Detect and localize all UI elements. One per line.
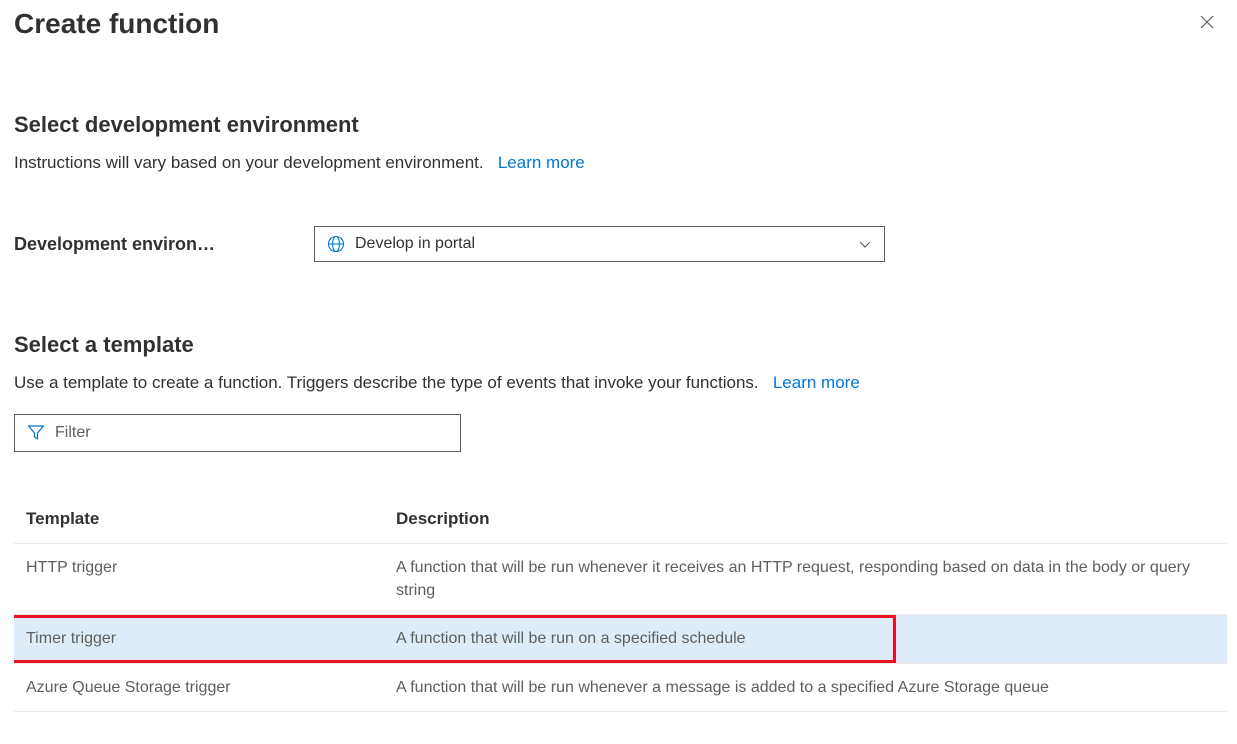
template-learn-more-link[interactable]: Learn more [773,373,860,392]
template-name-cell: Timer trigger [14,615,384,663]
env-section-desc: Instructions will vary based on your dev… [14,152,1223,174]
template-name-cell: Azure Queue Storage trigger [14,663,384,711]
chevron-down-icon [858,237,872,251]
template-desc-cell: A function that will be run whenever it … [384,544,1227,615]
template-name-cell: HTTP trigger [14,544,384,615]
template-desc-cell: A function that will be run whenever a m… [384,663,1227,711]
template-desc-cell: A function that will be run on a specifi… [384,615,1227,663]
env-desc-text: Instructions will vary based on your dev… [14,153,484,172]
template-table: Template Description HTTP triggerA funct… [14,495,1227,712]
template-table-container[interactable]: Template Description HTTP triggerA funct… [14,495,1227,744]
col-template[interactable]: Template [14,495,384,544]
page-title: Create function [14,8,219,40]
template-section-desc: Use a template to create a function. Tri… [14,372,1223,394]
globe-icon [327,235,345,253]
template-section-title: Select a template [14,332,1223,358]
table-row[interactable]: Azure Queue Storage triggerA function th… [14,663,1227,711]
template-desc-text: Use a template to create a function. Tri… [14,373,759,392]
col-description[interactable]: Description [384,495,1227,544]
table-row[interactable]: HTTP triggerA function that will be run … [14,544,1227,615]
dev-env-label: Development environ… [14,234,314,255]
env-section-title: Select development environment [14,112,1223,138]
env-learn-more-link[interactable]: Learn more [498,153,585,172]
table-row[interactable]: Timer triggerA function that will be run… [14,615,1227,663]
filter-input[interactable] [55,424,448,442]
close-icon [1200,15,1214,34]
dev-env-select[interactable]: Develop in portal [314,226,885,262]
filter-box[interactable] [14,414,461,452]
close-button[interactable] [1191,8,1223,40]
dev-env-value: Develop in portal [355,235,858,253]
filter-icon [27,424,45,442]
